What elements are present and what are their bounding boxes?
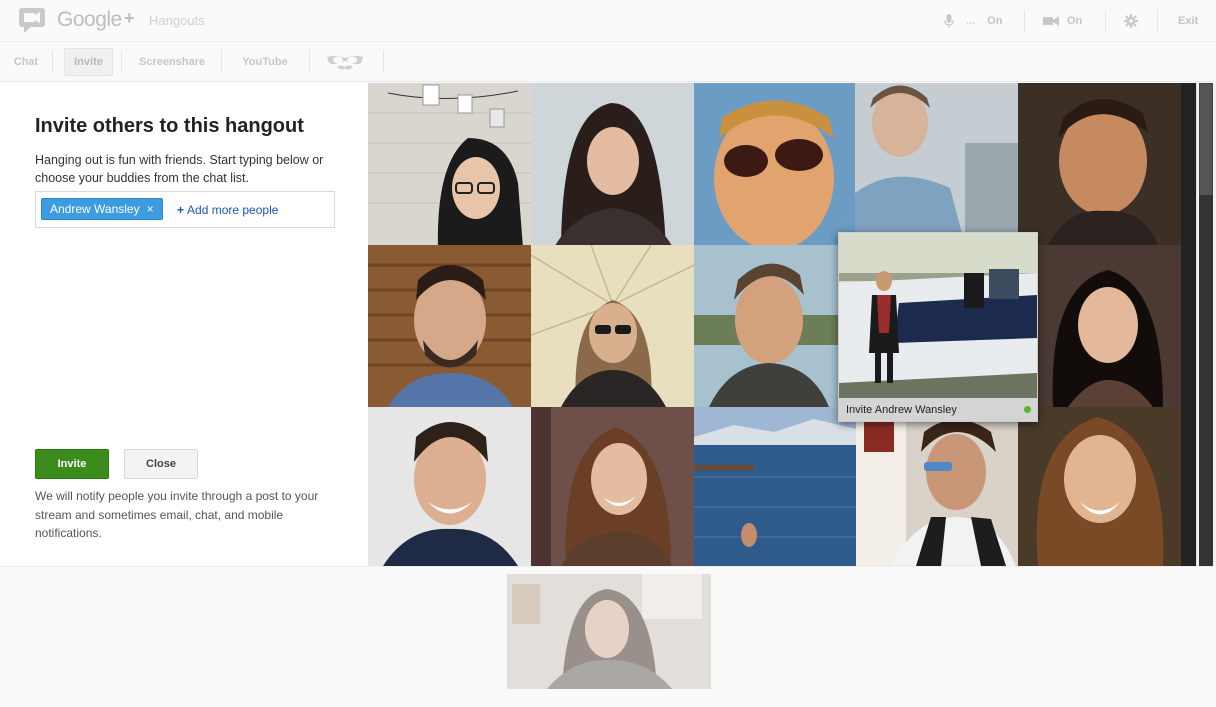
- tab-screenshare[interactable]: Screenshare: [134, 48, 210, 76]
- person-photo[interactable]: [694, 83, 855, 245]
- tab-effects[interactable]: [322, 48, 368, 76]
- person-photo-image: [856, 407, 1018, 566]
- person-photo[interactable]: [694, 245, 838, 407]
- person-chip-name: Andrew Wansley: [50, 202, 140, 216]
- person-photo-image: [1038, 245, 1181, 407]
- person-photo-image: [531, 83, 694, 245]
- person-photo-image: [368, 245, 531, 407]
- divider: [383, 50, 384, 72]
- person-photo-image: [694, 245, 838, 407]
- invite-title: Invite others to this hangout: [35, 115, 304, 137]
- hover-card-photo: [839, 233, 1037, 398]
- microphone-icon: [944, 14, 954, 28]
- gear-icon: [1124, 14, 1138, 28]
- person-photo-image: [1018, 83, 1181, 245]
- person-photo-image: [1018, 407, 1181, 566]
- hover-invite-card[interactable]: Invite Andrew Wansley: [838, 232, 1038, 422]
- invite-description: Hanging out is fun with friends. Start t…: [35, 153, 324, 185]
- product-name: Hangouts: [149, 13, 205, 28]
- mic-level: ...: [966, 15, 976, 27]
- online-status-icon: [1024, 406, 1031, 413]
- self-video-image: [507, 574, 711, 689]
- people-input[interactable]: Andrew Wansley × + Add more people: [35, 191, 335, 228]
- google-logo-text: Google: [57, 8, 122, 31]
- hover-card-label[interactable]: Invite Andrew Wansley: [839, 398, 1037, 421]
- self-video-thumbnail[interactable]: [507, 574, 711, 689]
- divider: [121, 50, 122, 72]
- grid-scrollbar[interactable]: [1196, 83, 1216, 566]
- person-photo[interactable]: [368, 83, 531, 245]
- divider: [221, 50, 222, 72]
- exit-label: Exit: [1178, 15, 1199, 27]
- person-photo-image: [855, 83, 1018, 245]
- close-button[interactable]: Close: [124, 449, 198, 479]
- top-bar: Google + Hangouts ... On On Exit: [0, 0, 1216, 42]
- person-photo[interactable]: [1018, 83, 1181, 245]
- mustache-glasses-icon: [327, 55, 363, 70]
- remove-chip-icon[interactable]: ×: [147, 202, 154, 216]
- person-photo-image: [531, 245, 694, 407]
- person-photo[interactable]: [531, 407, 694, 566]
- mic-toggle[interactable]: ... On: [944, 0, 1002, 42]
- person-photo[interactable]: [368, 245, 531, 407]
- people-photo-grid: Invite Andrew Wansley: [368, 83, 1196, 566]
- person-photo[interactable]: [1038, 245, 1181, 407]
- add-more-people-link[interactable]: + Add more people: [177, 203, 278, 217]
- exit-button[interactable]: Exit: [1178, 0, 1198, 42]
- person-photo[interactable]: [531, 83, 694, 245]
- google-plus-sign: +: [124, 8, 135, 28]
- person-photo[interactable]: [855, 83, 1018, 245]
- scrollbar-thumb[interactable]: [1199, 195, 1213, 566]
- notification-notice: We will notify people you invite through…: [35, 489, 319, 540]
- person-photo-image: [531, 407, 694, 566]
- invite-person-label: Invite Andrew Wansley: [846, 403, 957, 416]
- person-photo[interactable]: [531, 245, 694, 407]
- divider: [309, 50, 310, 72]
- app-tab-bar: Chat Invite Screenshare YouTube: [0, 42, 1216, 82]
- divider: [1024, 10, 1025, 32]
- camera-icon: [1043, 16, 1059, 26]
- person-chip[interactable]: Andrew Wansley ×: [41, 198, 163, 220]
- settings-button[interactable]: [1124, 0, 1138, 42]
- person-photo-image: [839, 233, 1037, 398]
- person-photo[interactable]: [856, 407, 1018, 566]
- invite-button[interactable]: Invite: [35, 449, 109, 479]
- person-photo-image: [368, 83, 531, 245]
- tab-invite[interactable]: Invite: [64, 48, 113, 76]
- hangouts-logo-icon: [19, 8, 45, 33]
- divider: [1157, 10, 1158, 32]
- person-photo[interactable]: [1018, 407, 1181, 566]
- mic-state: On: [987, 15, 1003, 27]
- person-photo-image: [694, 83, 855, 245]
- divider: [1105, 10, 1106, 32]
- plus-icon: +: [177, 203, 185, 217]
- camera-toggle[interactable]: On: [1043, 0, 1082, 42]
- invite-panel: Invite others to this hangout Hanging ou…: [0, 83, 368, 566]
- person-photo-image: [368, 407, 531, 566]
- participant-filmstrip: [0, 566, 1216, 707]
- person-photo[interactable]: [368, 407, 531, 566]
- person-photo-image: [694, 407, 856, 566]
- tab-youtube[interactable]: YouTube: [234, 48, 296, 76]
- camera-state: On: [1067, 15, 1083, 27]
- add-more-people-label: Add more people: [187, 203, 279, 217]
- person-photo[interactable]: [694, 407, 856, 566]
- tab-chat[interactable]: Chat: [6, 48, 46, 76]
- divider: [52, 50, 53, 72]
